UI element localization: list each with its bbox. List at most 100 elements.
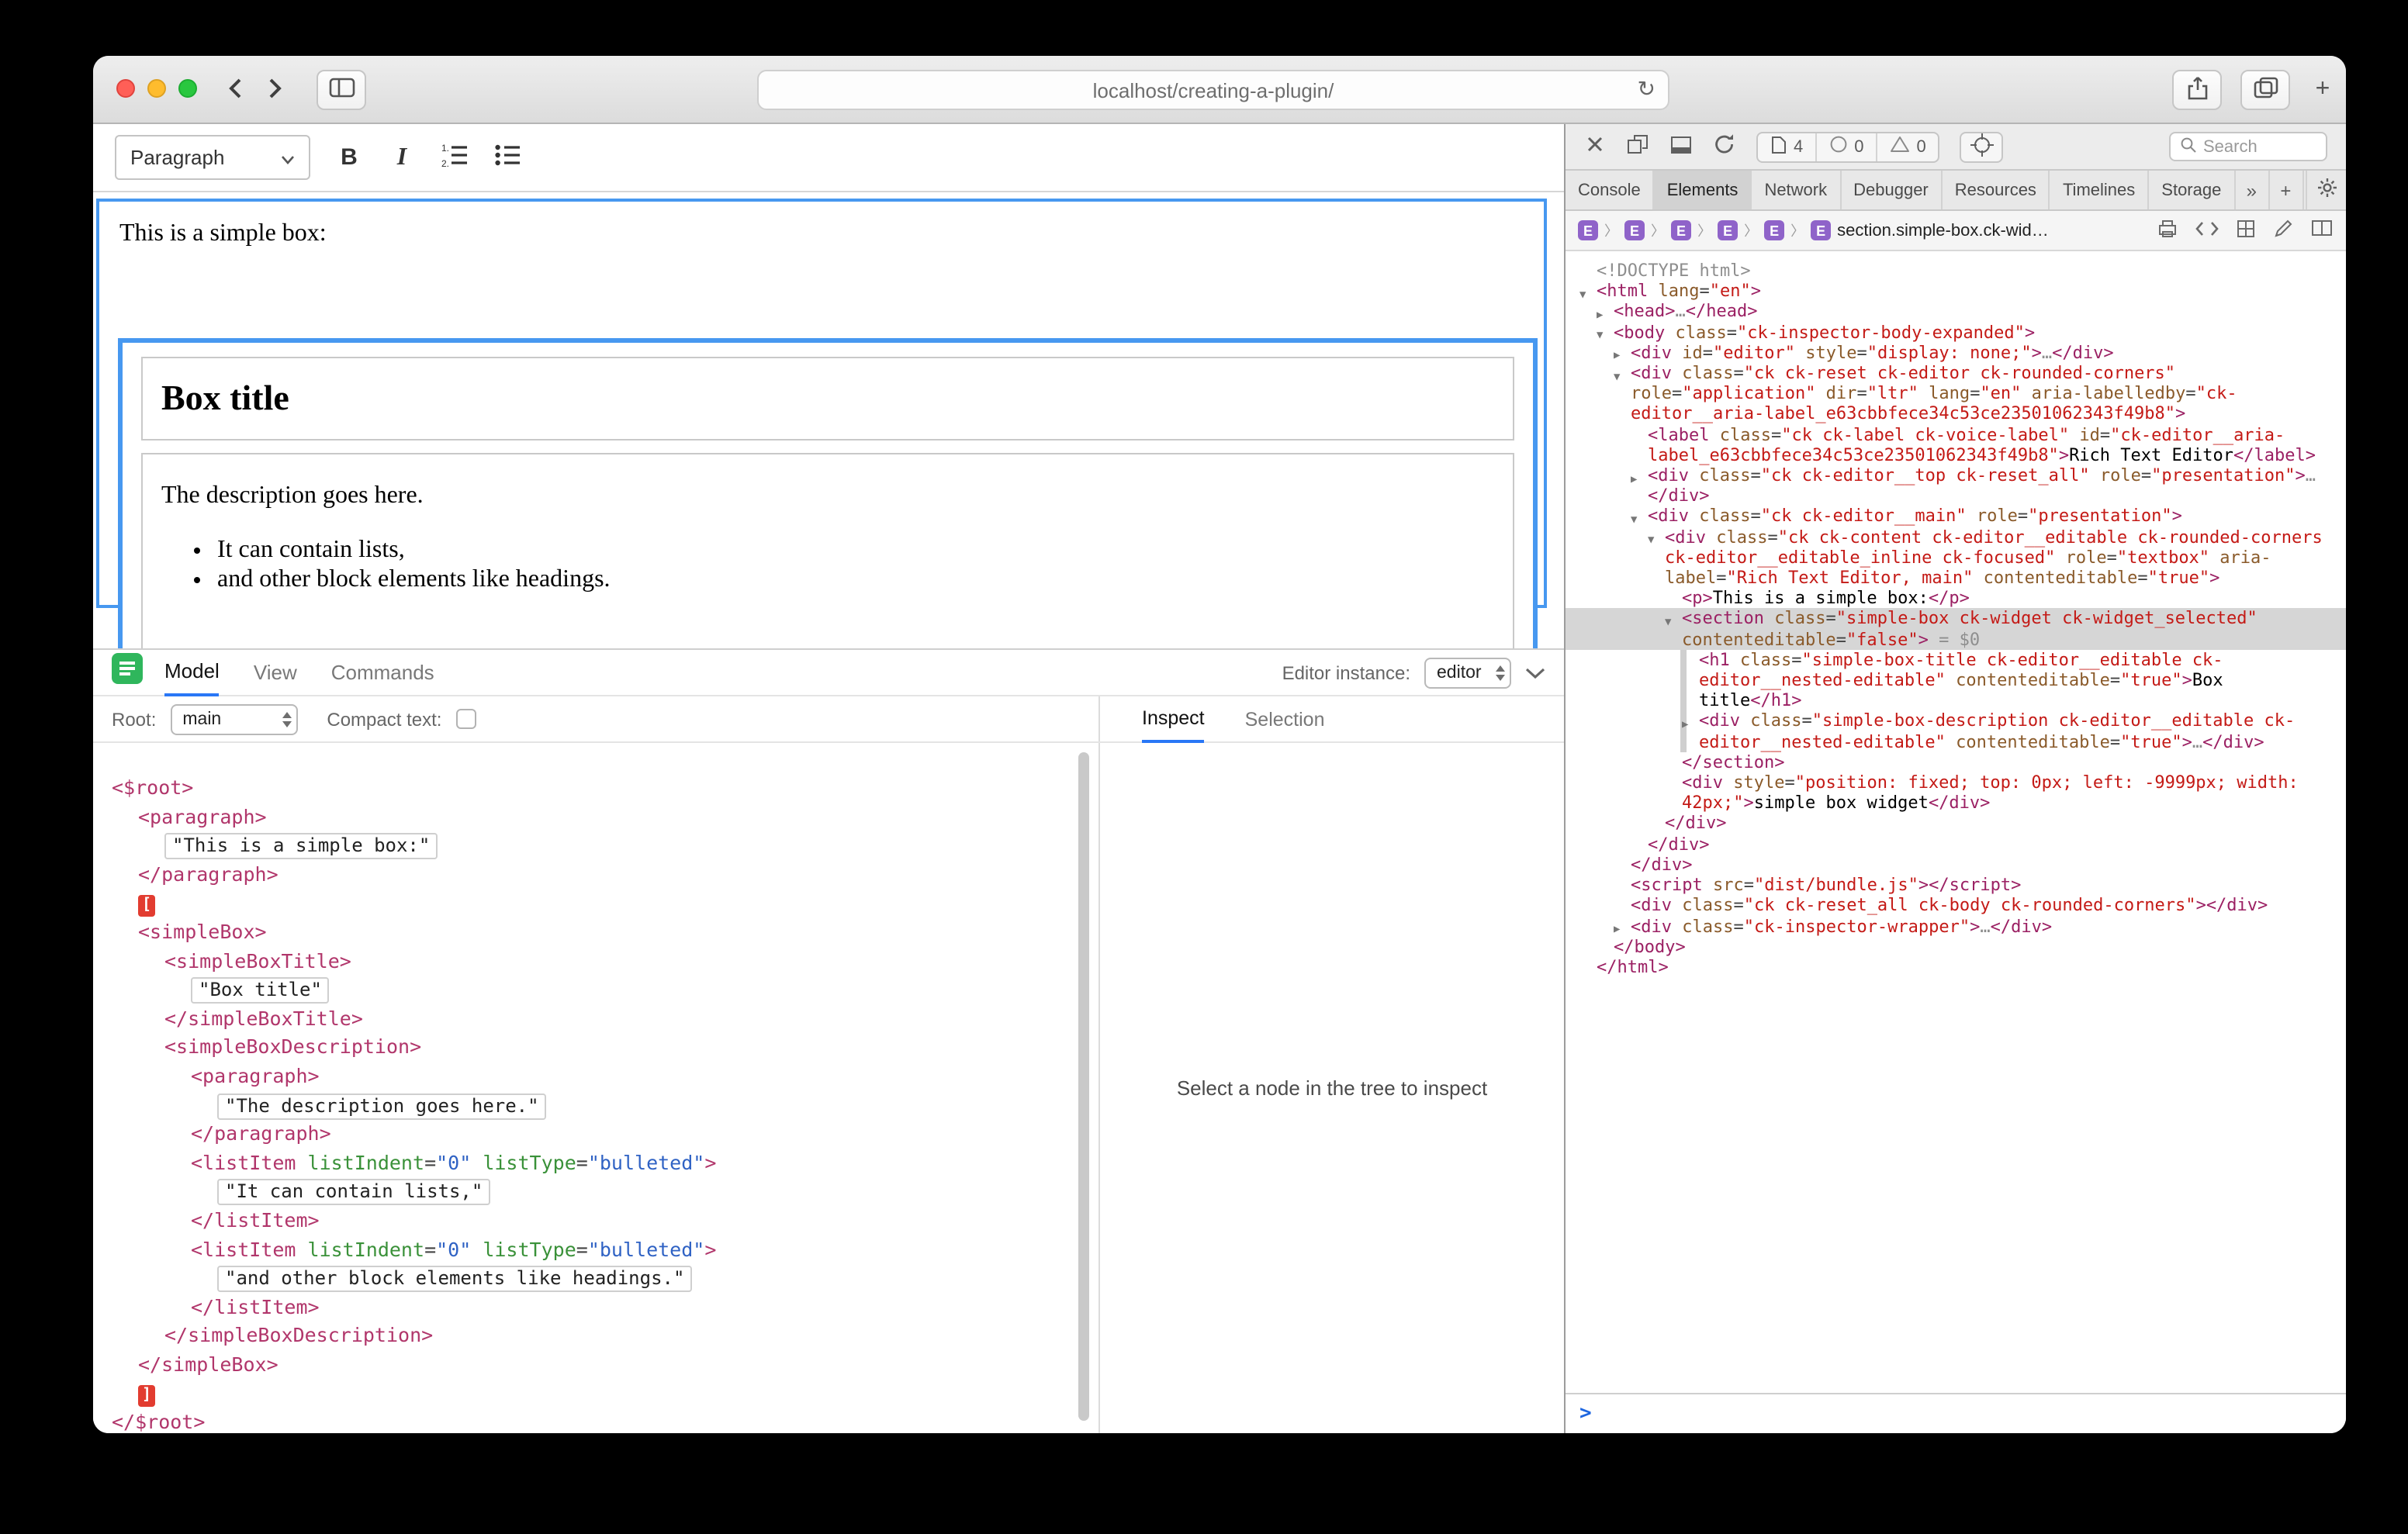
forward-button[interactable]: [254, 70, 295, 110]
edit-dom-button[interactable]: [2273, 218, 2293, 243]
model-tree-node[interactable]: [: [93, 890, 1098, 918]
dom-tree-node[interactable]: ▼<div class="ck ck-reset ck-editor ck-ro…: [1566, 363, 2346, 424]
dom-tree-node[interactable]: <h1 class="simple-box-title ck-editor__e…: [1566, 650, 2346, 711]
settings-button[interactable]: [2306, 171, 2346, 209]
print-button[interactable]: [2157, 218, 2178, 243]
simple-box-widget[interactable]: Box title The description goes here. It …: [118, 338, 1538, 673]
bulleted-list-button[interactable]: [484, 134, 531, 181]
tab-elements[interactable]: Elements: [1655, 171, 1752, 209]
add-tab-button[interactable]: +: [2269, 171, 2303, 209]
model-tree-node[interactable]: <simpleBoxDescription>: [93, 1034, 1098, 1062]
tab-inspect[interactable]: Inspect: [1142, 696, 1205, 742]
dom-tree-node[interactable]: <label class="ck ck-label ck-voice-label…: [1566, 424, 2346, 465]
tab-selection[interactable]: Selection: [1245, 696, 1325, 742]
dom-tree-node[interactable]: <script src="dist/bundle.js"></script>: [1566, 875, 2346, 895]
tab-network[interactable]: Network: [1752, 171, 1841, 209]
tab-console[interactable]: Console: [1566, 171, 1655, 209]
search-input[interactable]: [2203, 137, 2312, 156]
compact-text-checkbox[interactable]: [455, 709, 476, 729]
model-tree-node[interactable]: <paragraph>: [93, 803, 1098, 831]
reload-icon[interactable]: ↻: [1638, 76, 1656, 102]
dom-tree-node[interactable]: ▼<body class="ck-inspector-body-expanded…: [1566, 322, 2346, 342]
tab-debugger[interactable]: Debugger: [1841, 171, 1943, 209]
dom-tree-node[interactable]: </section>: [1566, 752, 2346, 772]
url-field[interactable]: localhost/creating-a-plugin/ ↻: [757, 70, 1669, 110]
dom-tree-node[interactable]: ▼<section class="simple-box ck-widget ck…: [1566, 609, 2346, 650]
italic-button[interactable]: I: [379, 134, 425, 181]
model-tree-node[interactable]: "It can contain lists,": [93, 1178, 1098, 1207]
disclosure-closed-icon[interactable]: ▶: [1631, 469, 1637, 489]
heading-dropdown[interactable]: Paragraph: [115, 135, 310, 180]
model-tree-node[interactable]: </paragraph>: [93, 1120, 1098, 1149]
editor-instance-select[interactable]: editor: [1424, 657, 1511, 688]
box-title[interactable]: Box title: [141, 357, 1514, 441]
numbered-list-button[interactable]: 1.2.: [431, 134, 478, 181]
root-select[interactable]: main: [170, 703, 297, 734]
dom-tree-node[interactable]: </div>: [1566, 814, 2346, 834]
model-tree-node[interactable]: </listItem>: [93, 1207, 1098, 1235]
breadcrumb-current[interactable]: section.simple-box.ck-wid…: [1837, 221, 2049, 240]
close-devtools-button[interactable]: [1584, 133, 1606, 160]
back-button[interactable]: [214, 70, 254, 110]
pretty-print-button[interactable]: [2195, 219, 2219, 242]
model-tree-node[interactable]: "and other block elements like headings.…: [93, 1264, 1098, 1293]
dom-tree-node[interactable]: ▶<div id="editor" style="display: none;"…: [1566, 343, 2346, 363]
model-tree-node[interactable]: "Box title": [93, 976, 1098, 1004]
model-tree-node[interactable]: </$root>: [93, 1408, 1098, 1433]
disclosure-open-icon[interactable]: ▼: [1614, 367, 1620, 387]
model-tree-node[interactable]: </listItem>: [93, 1293, 1098, 1322]
dom-tree-node[interactable]: </body>: [1566, 936, 2346, 956]
collapse-inspector-button[interactable]: [1525, 661, 1545, 684]
model-tree-node[interactable]: <listItem listIndent="0" listType="bulle…: [93, 1149, 1098, 1177]
minimize-window-button[interactable]: [147, 79, 166, 98]
element-picker-button[interactable]: [1960, 131, 2004, 162]
element-badge[interactable]: E: [1671, 220, 1691, 240]
disclosure-closed-icon[interactable]: ▶: [1682, 715, 1688, 735]
model-tree-node[interactable]: <$root>: [93, 774, 1098, 803]
grid-overlay-button[interactable]: [2236, 218, 2256, 243]
zoom-window-button[interactable]: [178, 79, 197, 98]
model-tree-node[interactable]: <paragraph>: [93, 1062, 1098, 1091]
model-tree-node[interactable]: <simpleBox>: [93, 918, 1098, 947]
console-input-row[interactable]: >: [1566, 1393, 2346, 1433]
model-tree-node[interactable]: ]: [93, 1380, 1098, 1408]
element-badge[interactable]: E: [1578, 220, 1598, 240]
dom-tree-node[interactable]: ▶<head>…</head>: [1566, 302, 2346, 322]
dom-tree-node[interactable]: </div>: [1566, 855, 2346, 875]
close-window-button[interactable]: [116, 79, 135, 98]
dom-tree-node[interactable]: <div style="position: fixed; top: 0px; l…: [1566, 772, 2346, 814]
tab-resources[interactable]: Resources: [1943, 171, 2050, 209]
model-tree-node[interactable]: "The description goes here.": [93, 1091, 1098, 1120]
tab-storage[interactable]: Storage: [2149, 171, 2235, 209]
dom-tree-node[interactable]: ▼<div class="ck ck-content ck-editor__ed…: [1566, 527, 2346, 588]
dom-tree-node[interactable]: </div>: [1566, 834, 2346, 854]
tab-view[interactable]: View: [254, 649, 297, 696]
disclosure-open-icon[interactable]: ▼: [1665, 613, 1671, 633]
share-button[interactable]: [2172, 70, 2222, 110]
model-tree-node[interactable]: </simpleBoxDescription>: [93, 1322, 1098, 1351]
model-tree-scrollbar[interactable]: [1078, 752, 1089, 1421]
model-tree-node[interactable]: </paragraph>: [93, 861, 1098, 890]
element-badge[interactable]: E: [1764, 220, 1784, 240]
element-badge[interactable]: E: [1718, 220, 1738, 240]
dom-tree-node[interactable]: <p>This is a simple box:</p>: [1566, 589, 2346, 609]
dom-tree-node[interactable]: ▶<div class="simple-box-description ck-e…: [1566, 711, 2346, 752]
element-badge[interactable]: E: [1624, 220, 1645, 240]
model-tree-node[interactable]: <simpleBoxTitle>: [93, 947, 1098, 976]
box-description[interactable]: The description goes here. It can contai…: [141, 453, 1514, 655]
split-view-button[interactable]: [2310, 219, 2334, 242]
tab-timelines[interactable]: Timelines: [2050, 171, 2149, 209]
devtools-search-field[interactable]: [2169, 132, 2327, 161]
model-tree-node[interactable]: </simpleBox>: [93, 1351, 1098, 1380]
element-badge[interactable]: E: [1811, 220, 1831, 240]
bold-button[interactable]: B: [326, 134, 372, 181]
detach-window-button[interactable]: [1626, 133, 1649, 160]
tab-commands[interactable]: Commands: [331, 649, 434, 696]
overflow-tabs-button[interactable]: »: [2235, 171, 2269, 209]
new-tab-button[interactable]: +: [2306, 70, 2340, 110]
sidebar-button[interactable]: [317, 70, 366, 110]
error-badge[interactable]: 0: [1815, 133, 1876, 161]
disclosure-open-icon[interactable]: ▼: [1648, 530, 1654, 551]
rich-text-editor[interactable]: This is a simple box: Box title The desc…: [96, 199, 1547, 608]
dom-tree-node[interactable]: ▼<html lang="en">: [1566, 281, 2346, 301]
